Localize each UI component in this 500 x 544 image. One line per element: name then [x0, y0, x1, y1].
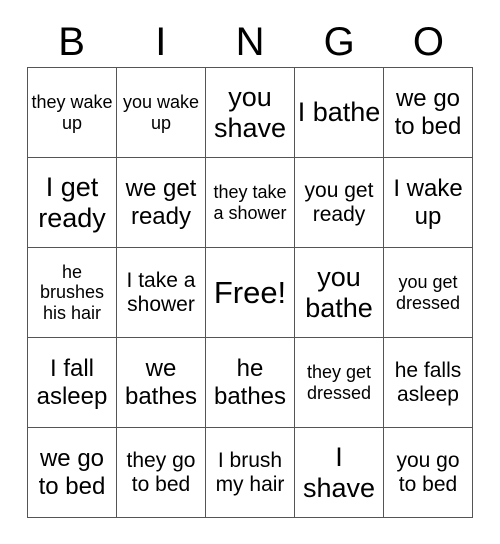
bingo-cell-text: they go to bed — [126, 448, 196, 496]
bingo-cell-text: they wake up — [31, 92, 113, 133]
bingo-header-letter-o: O — [412, 20, 444, 64]
bingo-cell-r5c5[interactable]: you go to bed — [384, 428, 473, 518]
bingo-grid: they wake up you wake up you shave I bat… — [27, 67, 473, 518]
bingo-cell-r2c2[interactable]: we get ready — [117, 158, 206, 248]
bingo-cell-r2c4[interactable]: you get ready — [295, 158, 384, 248]
bingo-cell-text: I bathe — [297, 97, 381, 128]
bingo-cell-text: you get dressed — [395, 272, 461, 313]
bingo-cell-text: he bathes — [213, 355, 287, 410]
bingo-cell-r5c3[interactable]: I brush my hair — [206, 428, 295, 518]
bingo-cell-r3c1[interactable]: he brushes his hair — [28, 248, 117, 338]
bingo-cell-text: we go to bed — [394, 85, 462, 140]
bingo-cell-text: they get dressed — [306, 362, 372, 403]
bingo-cell-text: you go to bed — [396, 448, 460, 496]
bingo-cell-r5c1[interactable]: we go to bed — [28, 428, 117, 518]
bingo-cell-r5c2[interactable]: they go to bed — [117, 428, 206, 518]
bingo-cell-r1c3[interactable]: you shave — [206, 68, 295, 158]
bingo-cell-r3c4[interactable]: you bathe — [295, 248, 384, 338]
bingo-cell-text: I brush my hair — [215, 448, 285, 496]
bingo-cell-text: we get ready — [125, 175, 197, 230]
bingo-cell-r4c5[interactable]: he falls asleep — [384, 338, 473, 428]
bingo-cell-r5c4[interactable]: I shave — [295, 428, 384, 518]
bingo-cell-text: I take a shower — [126, 268, 196, 316]
bingo-header-letter-b: B — [58, 20, 85, 64]
bingo-cell-r4c2[interactable]: we bathes — [117, 338, 206, 428]
bingo-cell-text: you wake up — [122, 92, 200, 133]
bingo-cell-text: I shave — [302, 442, 376, 503]
bingo-cell-text: he brushes his hair — [39, 262, 105, 323]
bingo-cell-r2c3[interactable]: they take a shower — [206, 158, 295, 248]
bingo-cell-text: I get ready — [38, 172, 106, 233]
bingo-cell-text: they take a shower — [213, 182, 287, 223]
bingo-cell-text: we bathes — [124, 355, 198, 410]
bingo-cell-r4c3[interactable]: he bathes — [206, 338, 295, 428]
bingo-header-letter-n: N — [235, 20, 265, 64]
bingo-cell-r3c5[interactable]: you get dressed — [384, 248, 473, 338]
bingo-cell-text: you shave — [213, 82, 287, 143]
bingo-cell-free-space[interactable]: Free! — [206, 248, 295, 338]
bingo-cell-r1c5[interactable]: we go to bed — [384, 68, 473, 158]
bingo-cell-text: you get ready — [304, 178, 374, 226]
bingo-cell-r4c4[interactable]: they get dressed — [295, 338, 384, 428]
bingo-cell-r1c4[interactable]: I bathe — [295, 68, 384, 158]
bingo-cell-r2c1[interactable]: I get ready — [28, 158, 117, 248]
bingo-cell-r3c2[interactable]: I take a shower — [117, 248, 206, 338]
bingo-header-row: B I N G O — [27, 18, 473, 66]
bingo-card: B I N G O they wake up you wake up you s… — [0, 0, 500, 544]
bingo-cell-text: we go to bed — [38, 445, 106, 500]
bingo-cell-text: Free! — [213, 274, 287, 310]
bingo-cell-text: I fall asleep — [36, 355, 108, 410]
bingo-header-letter-g: G — [323, 20, 355, 64]
bingo-cell-text: you bathe — [305, 262, 373, 323]
bingo-cell-text: I wake up — [393, 175, 463, 230]
bingo-header-letter-i: I — [155, 20, 167, 64]
bingo-cell-r1c1[interactable]: they wake up — [28, 68, 117, 158]
bingo-cell-r2c5[interactable]: I wake up — [384, 158, 473, 248]
bingo-cell-r4c1[interactable]: I fall asleep — [28, 338, 117, 428]
bingo-cell-text: he falls asleep — [394, 358, 462, 406]
bingo-cell-r1c2[interactable]: you wake up — [117, 68, 206, 158]
